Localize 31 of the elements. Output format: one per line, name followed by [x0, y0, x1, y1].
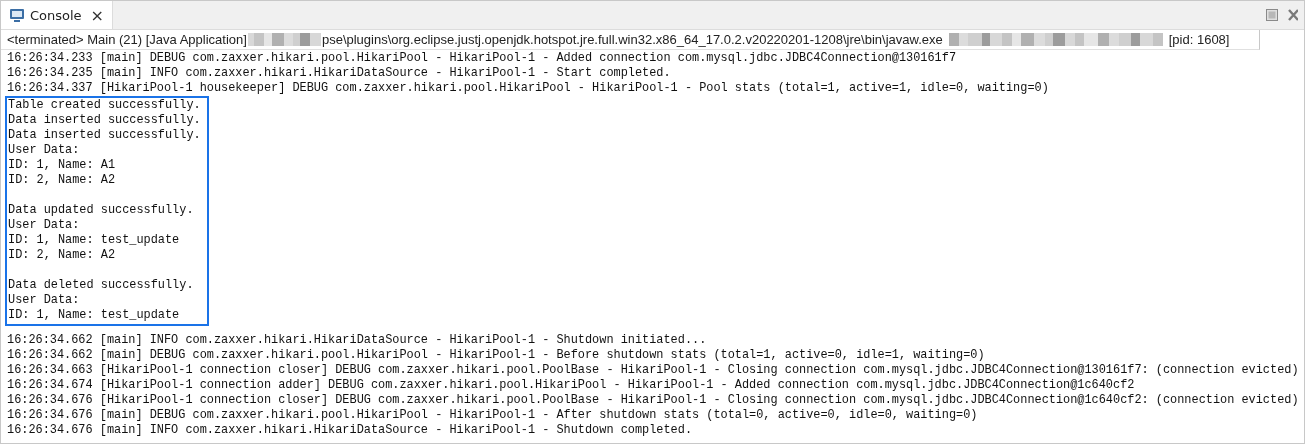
output-line: User Data:: [8, 293, 81, 308]
log-line: 16:26:34.235 [main] INFO com.zaxxer.hikari.HikariDataSource - HikariPool-1 - Start completed.: [7, 66, 672, 81]
output-line: User Data:: [8, 218, 81, 233]
log-line: 16:26:34.663 [HikariPool-1 connection closer] DEBUG com.zaxxer.hikari.pool.PoolBase - HikariPool-1 - Closing connection com.mysql.jdbc.JDBC4Connection@130161f7: (connection evicted): [7, 363, 1300, 378]
output-line: ID: 2, Name: A2: [8, 248, 117, 263]
output-line: Data inserted successfully.: [8, 113, 202, 128]
log-line: 16:26:34.674 [HikariPool-1 connection adder] DEBUG com.zaxxer.hikari.pool.HikariPool - HikariPool-1 - Added connection com.mysql.jdbc.JDBC4Connection@1c640cf2: [7, 378, 1136, 393]
process-label: <terminated> Main (21) [Java Application]: [7, 32, 247, 47]
process-id: [pid: 1608]: [1168, 32, 1230, 47]
log-line: 16:26:34.676 [HikariPool-1 connection closer] DEBUG com.zaxxer.hikari.pool.PoolBase - HikariPool-1 - Closing connection com.mysql.jdbc.JDBC4Connection@1c640cf2: (connection evicted): [7, 393, 1300, 408]
log-line: 16:26:34.662 [main] INFO com.zaxxer.hikari.HikariDataSource - HikariPool-1 - Shutdown initiated...: [7, 333, 708, 348]
log-line: 16:26:34.233 [main] DEBUG com.zaxxer.hikari.pool.HikariPool - HikariPool-1 - Added connection com.mysql.jdbc.JDBC4Connection@130161f7: [7, 51, 958, 66]
output-line: ID: 2, Name: A2: [8, 173, 117, 188]
minimize-view-icon[interactable]: [1266, 9, 1278, 21]
close-view-icon[interactable]: [1288, 9, 1298, 21]
output-line: User Data:: [8, 143, 81, 158]
log-line: 16:26:34.676 [main] INFO com.zaxxer.hikari.HikariDataSource - HikariPool-1 - Shutdown completed.: [7, 423, 693, 438]
close-tab-button[interactable]: ×: [90, 5, 104, 25]
output-line: Data deleted successfully.: [8, 278, 195, 293]
output-line: Data updated successfully.: [8, 203, 195, 218]
console-tab[interactable]: Console ×: [1, 1, 113, 29]
log-line: 16:26:34.662 [main] DEBUG com.zaxxer.hikari.pool.HikariPool - HikariPool-1 - Before shutdown stats (total=1, active=0, idle=1, waiting=0): [7, 348, 986, 363]
output-line: Data inserted successfully.: [8, 128, 202, 143]
output-line: ID: 1, Name: test_update: [8, 308, 181, 323]
log-line: 16:26:34.676 [main] DEBUG com.zaxxer.hikari.pool.HikariPool - HikariPool-1 - After shutdown stats (total=0, active=0, idle=0, waiting=0): [7, 408, 979, 423]
executable-path: pse\plugins\org.eclipse.justj.openjdk.hotspot.jre.full.win32.x86_64_17.0.2.v20220201-1208\jre\bin\javaw.exe: [321, 32, 943, 47]
log-line: 16:26:34.337 [HikariPool-1 housekeeper] DEBUG com.zaxxer.hikari.pool.HikariPool - HikariPool-1 - Pool stats (total=1, active=1, idle=0, waiting=0): [7, 81, 1050, 96]
output-line: ID: 1, Name: A1: [8, 158, 117, 173]
output-line: Table created successfully.: [8, 98, 202, 113]
monitor-icon: [9, 7, 25, 23]
output-line: ID: 1, Name: test_update: [8, 233, 181, 248]
